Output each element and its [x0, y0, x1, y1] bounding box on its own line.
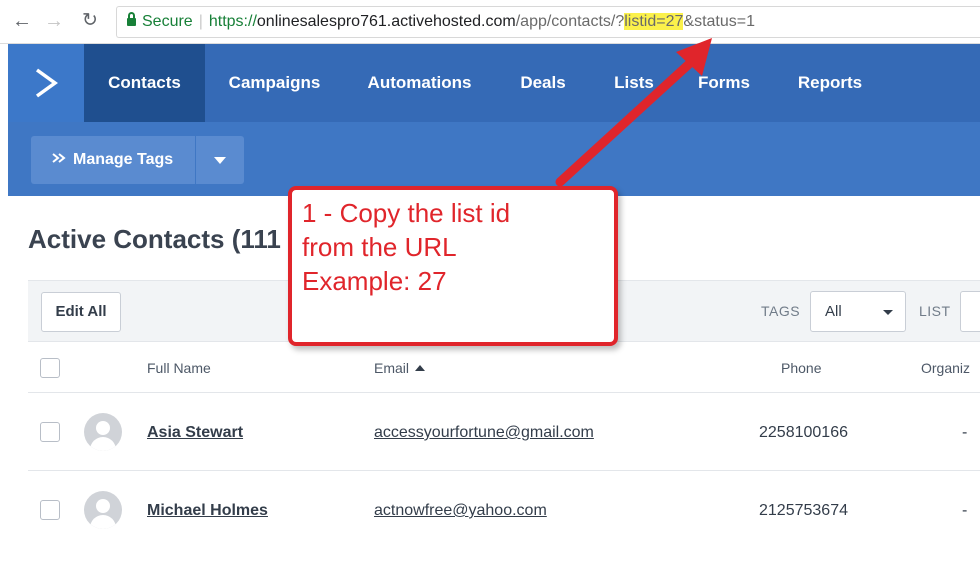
column-header-email[interactable]: Email — [374, 360, 426, 376]
activecampaign-logo[interactable] — [8, 44, 84, 122]
browser-toolbar: ← → ↻ Secure | https://onlinesalespro761.a… — [0, 0, 980, 44]
nav-automations[interactable]: Automations — [353, 44, 486, 122]
annotation-line-2: from the URL — [302, 232, 457, 262]
header-divider — [28, 392, 980, 393]
annotation-line-3: Example: 27 — [302, 266, 447, 296]
list-filter-select[interactable] — [960, 291, 980, 332]
url-host: onlinesalespro761.activehosted.com — [256, 13, 516, 30]
contacts-toolbar: Manage Tags — [8, 122, 980, 196]
nav-lists[interactable]: Lists — [600, 44, 668, 122]
contact-phone: 2125753674 — [759, 502, 848, 519]
select-all-checkbox[interactable] — [40, 358, 60, 378]
contact-name-link[interactable]: Asia Stewart — [147, 424, 243, 442]
contact-email-link[interactable]: actnowfree@yahoo.com — [374, 502, 547, 520]
tags-filter-select[interactable]: All — [810, 291, 906, 332]
url-query-rest: &status=1 — [683, 13, 755, 30]
nav-contacts[interactable]: Contacts — [84, 44, 205, 122]
back-arrow-icon[interactable]: ← — [12, 9, 32, 33]
annotation-callout: 1 - Copy the list id from the URL Exampl… — [288, 186, 618, 346]
lock-icon — [127, 12, 136, 26]
edit-all-button[interactable]: Edit All — [41, 292, 121, 332]
row-divider — [28, 470, 980, 471]
forward-arrow-icon[interactable]: → — [44, 9, 64, 33]
list-filter-label: LIST — [919, 303, 951, 319]
nav-forms[interactable]: Forms — [688, 44, 760, 122]
chevron-logo-icon — [35, 68, 58, 98]
contact-organization: - — [962, 424, 968, 441]
url-path: /app/contacts/? — [515, 13, 625, 30]
row-checkbox[interactable] — [40, 422, 60, 442]
tags-icon — [52, 153, 66, 163]
main-nav: Contacts Campaigns Automations Deals Lis… — [8, 44, 980, 122]
address-separator: | — [198, 13, 203, 30]
contact-phone: 2258100166 — [759, 424, 848, 441]
address-bar[interactable]: Secure | https://onlinesalespro761.activeh… — [116, 6, 980, 38]
reload-icon[interactable]: ↻ — [82, 9, 98, 33]
manage-tags-label: Manage Tags — [73, 151, 174, 168]
manage-tags-dropdown-button[interactable] — [196, 136, 244, 184]
page-title: Active Contacts (111 — [28, 224, 281, 254]
column-header-organization[interactable]: Organiz — [921, 360, 970, 376]
caret-down-icon — [883, 310, 893, 315]
nav-reports[interactable]: Reports — [786, 44, 874, 122]
column-header-email-label: Email — [374, 360, 410, 376]
tags-filter-value: All — [825, 303, 842, 320]
sort-ascending-icon — [415, 365, 426, 371]
nav-campaigns[interactable]: Campaigns — [213, 44, 336, 122]
annotation-line-1: 1 - Copy the list id — [302, 198, 511, 228]
nav-deals[interactable]: Deals — [506, 44, 580, 122]
tags-filter-label: TAGS — [761, 303, 801, 319]
avatar — [84, 413, 122, 451]
column-header-full-name[interactable]: Full Name — [147, 360, 211, 376]
contact-name-link[interactable]: Michael Holmes — [147, 502, 268, 520]
contact-email-link[interactable]: accessyourfortune@gmail.com — [374, 424, 594, 442]
contact-organization: - — [962, 502, 968, 519]
secure-label: Secure — [142, 13, 193, 30]
column-header-phone[interactable]: Phone — [781, 360, 821, 376]
manage-tags-button[interactable]: Manage Tags — [31, 136, 195, 184]
caret-down-icon — [214, 157, 226, 164]
url-scheme: https:// — [208, 13, 257, 30]
url-listid-highlight: listid=27 — [624, 13, 684, 30]
avatar — [84, 491, 122, 529]
row-checkbox[interactable] — [40, 500, 60, 520]
